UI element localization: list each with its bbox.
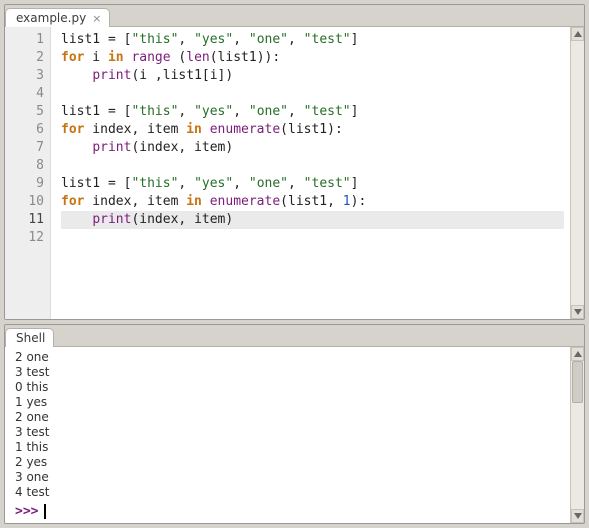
shell-tabbar: Shell bbox=[5, 325, 584, 347]
line-number: 6 bbox=[11, 121, 44, 139]
close-icon[interactable]: × bbox=[92, 13, 101, 24]
line-number-gutter: 123456789101112 bbox=[5, 27, 51, 319]
code-line[interactable]: print(index, item) bbox=[61, 211, 564, 229]
code-line[interactable] bbox=[61, 85, 564, 103]
editor-tab-label: example.py bbox=[16, 11, 86, 25]
code-line[interactable]: for i in range (len(list1)): bbox=[61, 49, 564, 67]
scroll-down-icon[interactable] bbox=[571, 305, 584, 319]
shell-output-line: 1 this bbox=[15, 440, 564, 455]
code-line[interactable]: for index, item in enumerate(list1): bbox=[61, 121, 564, 139]
scroll-up-icon[interactable] bbox=[571, 27, 584, 41]
line-number: 12 bbox=[11, 229, 44, 247]
code-line[interactable] bbox=[61, 229, 564, 247]
shell-prompt-row[interactable]: >>> bbox=[15, 504, 564, 519]
scroll-thumb[interactable] bbox=[572, 361, 583, 403]
shell-body[interactable]: 2 one3 test0 this1 yes2 one3 test1 this2… bbox=[5, 347, 584, 523]
code-line[interactable]: print(index, item) bbox=[61, 139, 564, 157]
line-number: 5 bbox=[11, 103, 44, 121]
code-line[interactable]: print(i ,list1[i]) bbox=[61, 67, 564, 85]
shell-output-line: 1 yes bbox=[15, 395, 564, 410]
code-line[interactable]: list1 = ["this", "yes", "one", "test"] bbox=[61, 103, 564, 121]
scroll-track[interactable] bbox=[571, 361, 584, 509]
line-number: 4 bbox=[11, 85, 44, 103]
line-number: 8 bbox=[11, 157, 44, 175]
shell-output-line: 3 test bbox=[15, 425, 564, 440]
shell-output-line: 2 one bbox=[15, 410, 564, 425]
shell-output-line: 3 test bbox=[15, 365, 564, 380]
code-line[interactable]: list1 = ["this", "yes", "one", "test"] bbox=[61, 175, 564, 193]
line-number: 7 bbox=[11, 139, 44, 157]
line-number: 11 bbox=[11, 211, 44, 229]
code-content[interactable]: list1 = ["this", "yes", "one", "test"]fo… bbox=[51, 27, 570, 319]
scroll-up-icon[interactable] bbox=[571, 347, 584, 361]
editor-tabbar: example.py × bbox=[5, 5, 584, 27]
shell-tab-label: Shell bbox=[16, 331, 45, 345]
shell-output-line: 3 one bbox=[15, 470, 564, 485]
editor-tab-example[interactable]: example.py × bbox=[5, 8, 110, 27]
code-area[interactable]: 123456789101112 list1 = ["this", "yes", … bbox=[5, 27, 584, 319]
line-number: 1 bbox=[11, 31, 44, 49]
code-line[interactable]: for index, item in enumerate(list1, 1): bbox=[61, 193, 564, 211]
shell-tab[interactable]: Shell bbox=[5, 328, 54, 347]
line-number: 9 bbox=[11, 175, 44, 193]
shell-output-line: 4 test bbox=[15, 485, 564, 500]
line-number: 2 bbox=[11, 49, 44, 67]
shell-output-line: 2 yes bbox=[15, 455, 564, 470]
shell-panel: Shell 2 one3 test0 this1 yes2 one3 test1… bbox=[4, 324, 585, 524]
code-line[interactable] bbox=[61, 157, 564, 175]
scroll-track[interactable] bbox=[571, 41, 584, 305]
shell-scrollbar[interactable] bbox=[570, 347, 584, 523]
editor-panel: example.py × 123456789101112 list1 = ["t… bbox=[4, 4, 585, 320]
line-number: 3 bbox=[11, 67, 44, 85]
cursor-icon bbox=[44, 504, 46, 519]
code-line[interactable]: list1 = ["this", "yes", "one", "test"] bbox=[61, 31, 564, 49]
line-number: 10 bbox=[11, 193, 44, 211]
shell-output-line: 0 this bbox=[15, 380, 564, 395]
shell-output-line: 2 one bbox=[15, 350, 564, 365]
shell-prompt: >>> bbox=[15, 504, 38, 519]
shell-output: 2 one3 test0 this1 yes2 one3 test1 this2… bbox=[5, 347, 570, 523]
scroll-down-icon[interactable] bbox=[571, 509, 584, 523]
editor-scrollbar[interactable] bbox=[570, 27, 584, 319]
